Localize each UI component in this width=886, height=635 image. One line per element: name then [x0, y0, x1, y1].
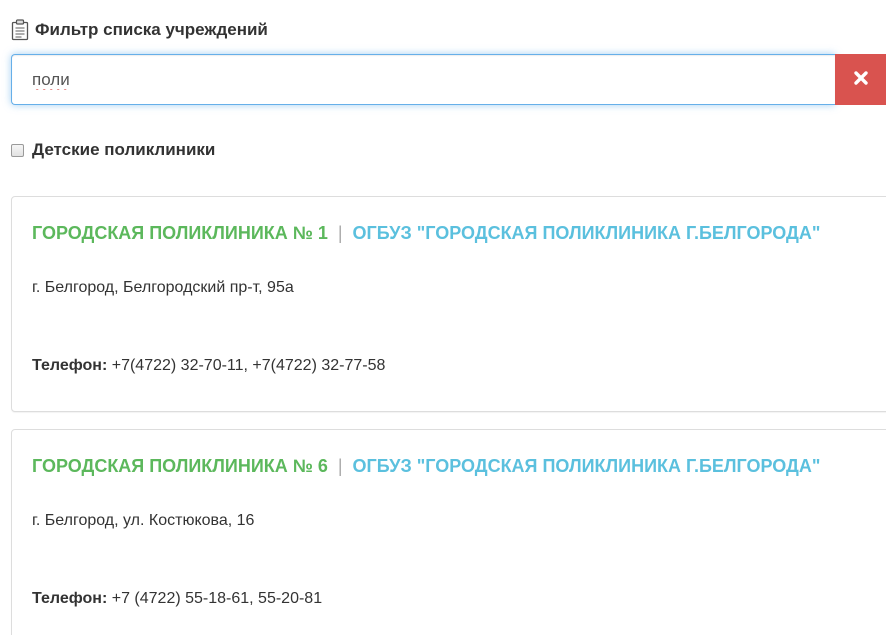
institution-full-name-link[interactable]: ОГБУЗ "ГОРОДСКАЯ ПОЛИКЛИНИКА Г.БЕЛГОРОДА… — [353, 223, 821, 243]
institution-address: г. Белгород, ул. Костюкова, 16 — [32, 512, 255, 529]
search-group — [11, 54, 886, 105]
institution-phone: Телефон: +7(4722) 32-70-11, +7(4722) 32-… — [32, 357, 385, 375]
children-clinics-checkbox[interactable] — [11, 143, 24, 157]
title-separator: | — [337, 456, 343, 476]
children-clinics-filter[interactable]: Детские поликлиники — [11, 138, 215, 162]
institution-address: г. Белгород, Белгородский пр-т, 95а — [32, 279, 294, 296]
institution-full-name-link[interactable]: ОГБУЗ "ГОРОДСКАЯ ПОЛИКЛИНИКА Г.БЕЛГОРОДА… — [353, 456, 821, 476]
phone-label: Телефон: — [32, 357, 108, 374]
institution-title: ГОРОДСКАЯ ПОЛИКЛИНИКА № 6 | ОГБУЗ "ГОРОДСК… — [32, 450, 872, 482]
page: Фильтр списка учреждений Детские поликли… — [0, 0, 886, 635]
institution-title: ГОРОДСКАЯ ПОЛИКЛИНИКА № 1 | ОГБУЗ "ГОРОДСК… — [32, 217, 872, 249]
phone-value: +7 (4722) 55-18-61, 55-20-81 — [107, 590, 323, 607]
search-input[interactable] — [11, 54, 835, 105]
institution-phone: Телефон: +7 (4722) 55-18-61, 55-20-81 — [32, 590, 322, 608]
children-clinics-label: Детские поликлиники — [32, 140, 216, 159]
filter-title: Фильтр списка учреждений — [11, 16, 268, 44]
clipboard-icon — [11, 19, 29, 41]
institution-short-name-link[interactable]: ГОРОДСКАЯ ПОЛИКЛИНИКА № 1 — [32, 223, 328, 243]
title-separator: | — [337, 223, 343, 243]
clear-search-button[interactable] — [835, 54, 886, 105]
institution-short-name-link[interactable]: ГОРОДСКАЯ ПОЛИКЛИНИКА № 6 — [32, 456, 328, 476]
close-icon — [853, 70, 869, 89]
institution-card: ГОРОДСКАЯ ПОЛИКЛИНИКА № 1 | ОГБУЗ "ГОРОДСК… — [11, 196, 886, 412]
institution-card: ГОРОДСКАЯ ПОЛИКЛИНИКА № 6 | ОГБУЗ "ГОРОДСК… — [11, 429, 886, 635]
filter-title-text: Фильтр списка учреждений — [35, 20, 268, 39]
phone-value: +7(4722) 32-70-11, +7(4722) 32-77-58 — [107, 357, 386, 374]
phone-label: Телефон: — [32, 590, 108, 607]
